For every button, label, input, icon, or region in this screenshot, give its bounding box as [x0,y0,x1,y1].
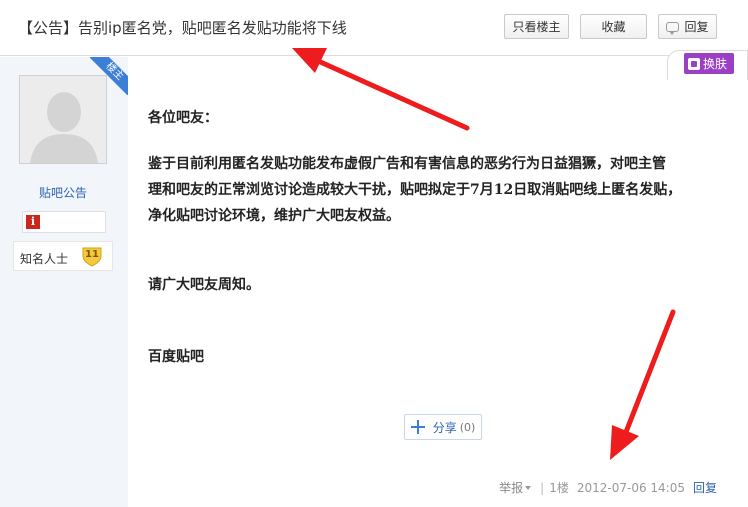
footer-separator: | [540,480,545,495]
floor-number: 1楼 [549,481,569,495]
louzhu-badge: 楼主 [90,57,128,95]
post-body: 鉴于目前利用匿名发贴功能发布虚假广告和有害信息的恶劣行为日益猖獗，对吧主管 理和… [148,156,682,224]
favorite-button[interactable]: 收藏 [580,14,647,39]
report-link[interactable]: 举报 [499,479,523,496]
post-signature: 百度贴吧 [148,349,204,365]
post-greeting: 各位吧友： [148,110,218,126]
info-icon[interactable]: i [26,215,40,229]
share-label: 分享 [432,420,457,435]
level-number: 11 [85,249,99,260]
level-name: 知名人士 [20,252,69,266]
share-count: (0) [459,420,476,434]
author-info-box: i [22,211,106,233]
skin-icon [688,57,700,70]
reply-button[interactable]: 回复 [658,14,717,39]
author-level-box: 知名人士 11 [13,241,113,271]
skin-button[interactable]: 换肤 [684,53,734,74]
share-button[interactable]: 分享 (0) [404,414,482,440]
level-badge: 11 [81,246,103,267]
reply-button-label: 回复 [684,20,709,34]
louzhu-ribbon: 楼主 [90,57,128,95]
post-footer: 举报 | 1楼 2012-07-06 14:05 回复 [499,479,717,496]
post-title: 【公告】告别ip匿名党，贴吧匿名发贴功能将下线 [18,19,347,37]
post-notice: 请广大吧友周知。 [148,277,260,293]
footer-reply-link[interactable]: 回复 [693,479,717,496]
only-author-button[interactable]: 只看楼主 [504,14,569,39]
author-name[interactable]: 贴吧公告 [0,184,126,201]
post-content: 各位吧友： 鉴于目前利用匿名发贴功能发布虚假广告和有害信息的恶劣行为日益猖獗，对… [128,57,748,507]
reply-icon [666,21,680,35]
post-timestamp: 2012-07-06 14:05 [576,480,685,495]
chevron-down-icon[interactable] [525,485,532,490]
skin-label: 换肤 [703,57,728,71]
share-icon [410,420,425,434]
post-header: 【公告】告别ip匿名党，贴吧匿名发贴功能将下线 只看楼主 收藏 回复 [0,0,748,56]
